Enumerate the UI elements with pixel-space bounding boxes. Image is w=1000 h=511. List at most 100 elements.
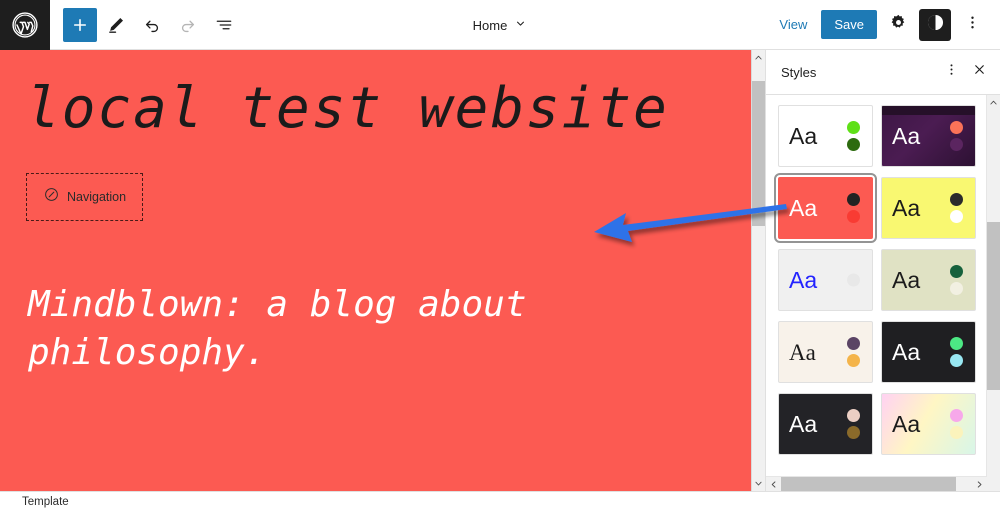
list-view-button[interactable] bbox=[207, 8, 241, 42]
site-preview-canvas[interactable]: local test website Navigation Mindblown:… bbox=[0, 50, 751, 491]
variation-color-dot-primary bbox=[847, 193, 860, 206]
three-dots-vertical-icon bbox=[944, 62, 959, 82]
panel-scroll-track[interactable] bbox=[986, 110, 1000, 491]
editor-canvas-area: local test website Navigation Mindblown:… bbox=[0, 50, 765, 491]
variation-sample-text: Aa bbox=[892, 122, 921, 149]
variation-color-dot-secondary bbox=[847, 426, 860, 439]
style-variation-default-white[interactable]: Aa bbox=[778, 105, 873, 167]
variation-color-dot-primary bbox=[950, 265, 963, 278]
style-variation-purple[interactable]: Aa bbox=[881, 105, 976, 167]
style-variations-list: Aa Aa Aa Aa Aa Aa Aa Aa Aa Aa bbox=[766, 95, 986, 471]
document-title-dropdown[interactable]: Home bbox=[465, 12, 536, 38]
variation-color-dot-primary bbox=[950, 121, 963, 134]
tools-button[interactable] bbox=[99, 8, 133, 42]
variation-color-dot-primary bbox=[950, 409, 963, 422]
panel-scroll-right-button[interactable] bbox=[972, 477, 987, 492]
variation-sample-text: Aa bbox=[789, 339, 816, 365]
settings-button[interactable] bbox=[882, 9, 914, 41]
navigation-block-label: Navigation bbox=[67, 190, 127, 205]
editor-footer: Template bbox=[0, 491, 1000, 511]
redo-button[interactable] bbox=[171, 8, 205, 42]
variation-color-dot-primary bbox=[950, 337, 963, 350]
variation-sample-text: Aa bbox=[789, 194, 818, 221]
navigation-block[interactable]: Navigation bbox=[26, 173, 144, 222]
variation-color-dot-secondary bbox=[950, 282, 963, 295]
variation-color-dot-secondary bbox=[847, 354, 860, 367]
undo-icon bbox=[142, 15, 162, 35]
panel-vertical-scrollbar[interactable] bbox=[986, 95, 1000, 491]
panel-scroll-thumb[interactable] bbox=[986, 222, 1000, 390]
more-options-button[interactable] bbox=[956, 9, 988, 41]
chevron-down-icon bbox=[755, 481, 762, 486]
style-variation-blue-on-grey[interactable]: Aa bbox=[778, 249, 873, 311]
variation-color-dots bbox=[950, 337, 963, 367]
variation-sample-text: Aa bbox=[892, 194, 921, 221]
style-variation-pastel-gradient[interactable]: Aa bbox=[881, 393, 976, 455]
footer-template-label: Template bbox=[22, 495, 69, 508]
variation-color-dot-secondary bbox=[847, 138, 860, 151]
style-variation-red[interactable]: Aa bbox=[774, 173, 877, 243]
panel-hscroll-track[interactable] bbox=[781, 476, 972, 491]
variation-color-dots bbox=[847, 409, 860, 439]
canvas-scroll-thumb[interactable] bbox=[751, 81, 766, 226]
toolbar-left-group bbox=[50, 7, 241, 42]
variation-color-dot-secondary bbox=[950, 210, 963, 223]
variation-sample-text: Aa bbox=[789, 122, 818, 149]
variation-sample-text: Aa bbox=[892, 266, 921, 293]
styles-panel-close-button[interactable] bbox=[966, 59, 992, 85]
variation-color-dot-primary bbox=[847, 337, 860, 350]
variation-color-dots bbox=[847, 273, 860, 287]
style-variation-dark-dotted[interactable]: Aa bbox=[881, 321, 976, 383]
style-variation-sage-green[interactable]: Aa bbox=[881, 249, 976, 311]
navigation-compass-icon bbox=[43, 186, 60, 208]
variation-color-dot-secondary bbox=[950, 138, 963, 151]
panel-scroll-left-button[interactable] bbox=[766, 477, 781, 492]
canvas-scroll-down-button[interactable] bbox=[752, 476, 766, 491]
variation-color-dot-secondary bbox=[950, 354, 963, 367]
styles-panel-title: Styles bbox=[781, 64, 817, 80]
site-title-block[interactable]: local test website bbox=[0, 50, 751, 141]
variation-color-dot-secondary bbox=[847, 210, 860, 223]
canvas-scroll-up-button[interactable] bbox=[752, 50, 766, 65]
style-variations-grid: Aa Aa Aa Aa Aa Aa Aa Aa Aa Aa bbox=[774, 105, 976, 455]
style-variation-cream-serif[interactable]: Aa bbox=[778, 321, 873, 383]
wordpress-logo-button[interactable] bbox=[0, 0, 50, 50]
view-link[interactable]: View bbox=[770, 12, 816, 37]
save-button[interactable]: Save bbox=[821, 10, 877, 39]
add-block-button[interactable] bbox=[63, 7, 97, 42]
styles-panel-more-button[interactable] bbox=[938, 59, 964, 85]
toolbar-right-group: View Save bbox=[770, 8, 1000, 41]
panel-hscroll-thumb[interactable] bbox=[781, 476, 956, 491]
variation-color-dots bbox=[950, 121, 963, 151]
styles-panel-header: Styles bbox=[766, 50, 1000, 94]
style-variation-black-tan[interactable]: Aa bbox=[778, 393, 873, 455]
panel-scroll-up-button[interactable] bbox=[987, 95, 1000, 110]
site-tagline-block[interactable]: Mindblown: a blog about philosophy. bbox=[28, 281, 598, 376]
variation-color-dots bbox=[847, 193, 860, 223]
variation-color-dots bbox=[950, 193, 963, 223]
variation-color-dot-primary bbox=[847, 121, 860, 134]
variation-top-accent bbox=[882, 106, 975, 115]
variation-sample-text: Aa bbox=[789, 410, 818, 437]
wordpress-site-editor: Home View Save local test website Naviga… bbox=[0, 0, 1000, 511]
canvas-scroll-track[interactable] bbox=[751, 65, 766, 476]
style-variation-yellow[interactable]: Aa bbox=[881, 177, 976, 239]
variation-color-dot-primary bbox=[847, 409, 860, 422]
redo-icon bbox=[178, 15, 198, 35]
styles-button[interactable] bbox=[919, 8, 951, 41]
variation-color-dot-primary bbox=[950, 193, 963, 206]
panel-horizontal-scrollbar[interactable] bbox=[766, 476, 987, 491]
close-x-icon bbox=[972, 62, 987, 82]
wordpress-logo-icon bbox=[12, 11, 38, 38]
variation-color-dots bbox=[950, 265, 963, 295]
variation-color-dots bbox=[847, 337, 860, 367]
variation-color-dots bbox=[950, 409, 963, 439]
variation-color-dots bbox=[847, 121, 860, 151]
undo-button[interactable] bbox=[135, 8, 169, 42]
canvas-vertical-scrollbar[interactable] bbox=[751, 50, 766, 491]
document-title-label: Home bbox=[472, 17, 508, 33]
variation-color-dot-secondary bbox=[950, 426, 963, 439]
chevron-right-icon bbox=[977, 480, 982, 488]
editor-toolbar: Home View Save bbox=[0, 0, 1000, 50]
chevron-down-icon bbox=[514, 17, 527, 33]
